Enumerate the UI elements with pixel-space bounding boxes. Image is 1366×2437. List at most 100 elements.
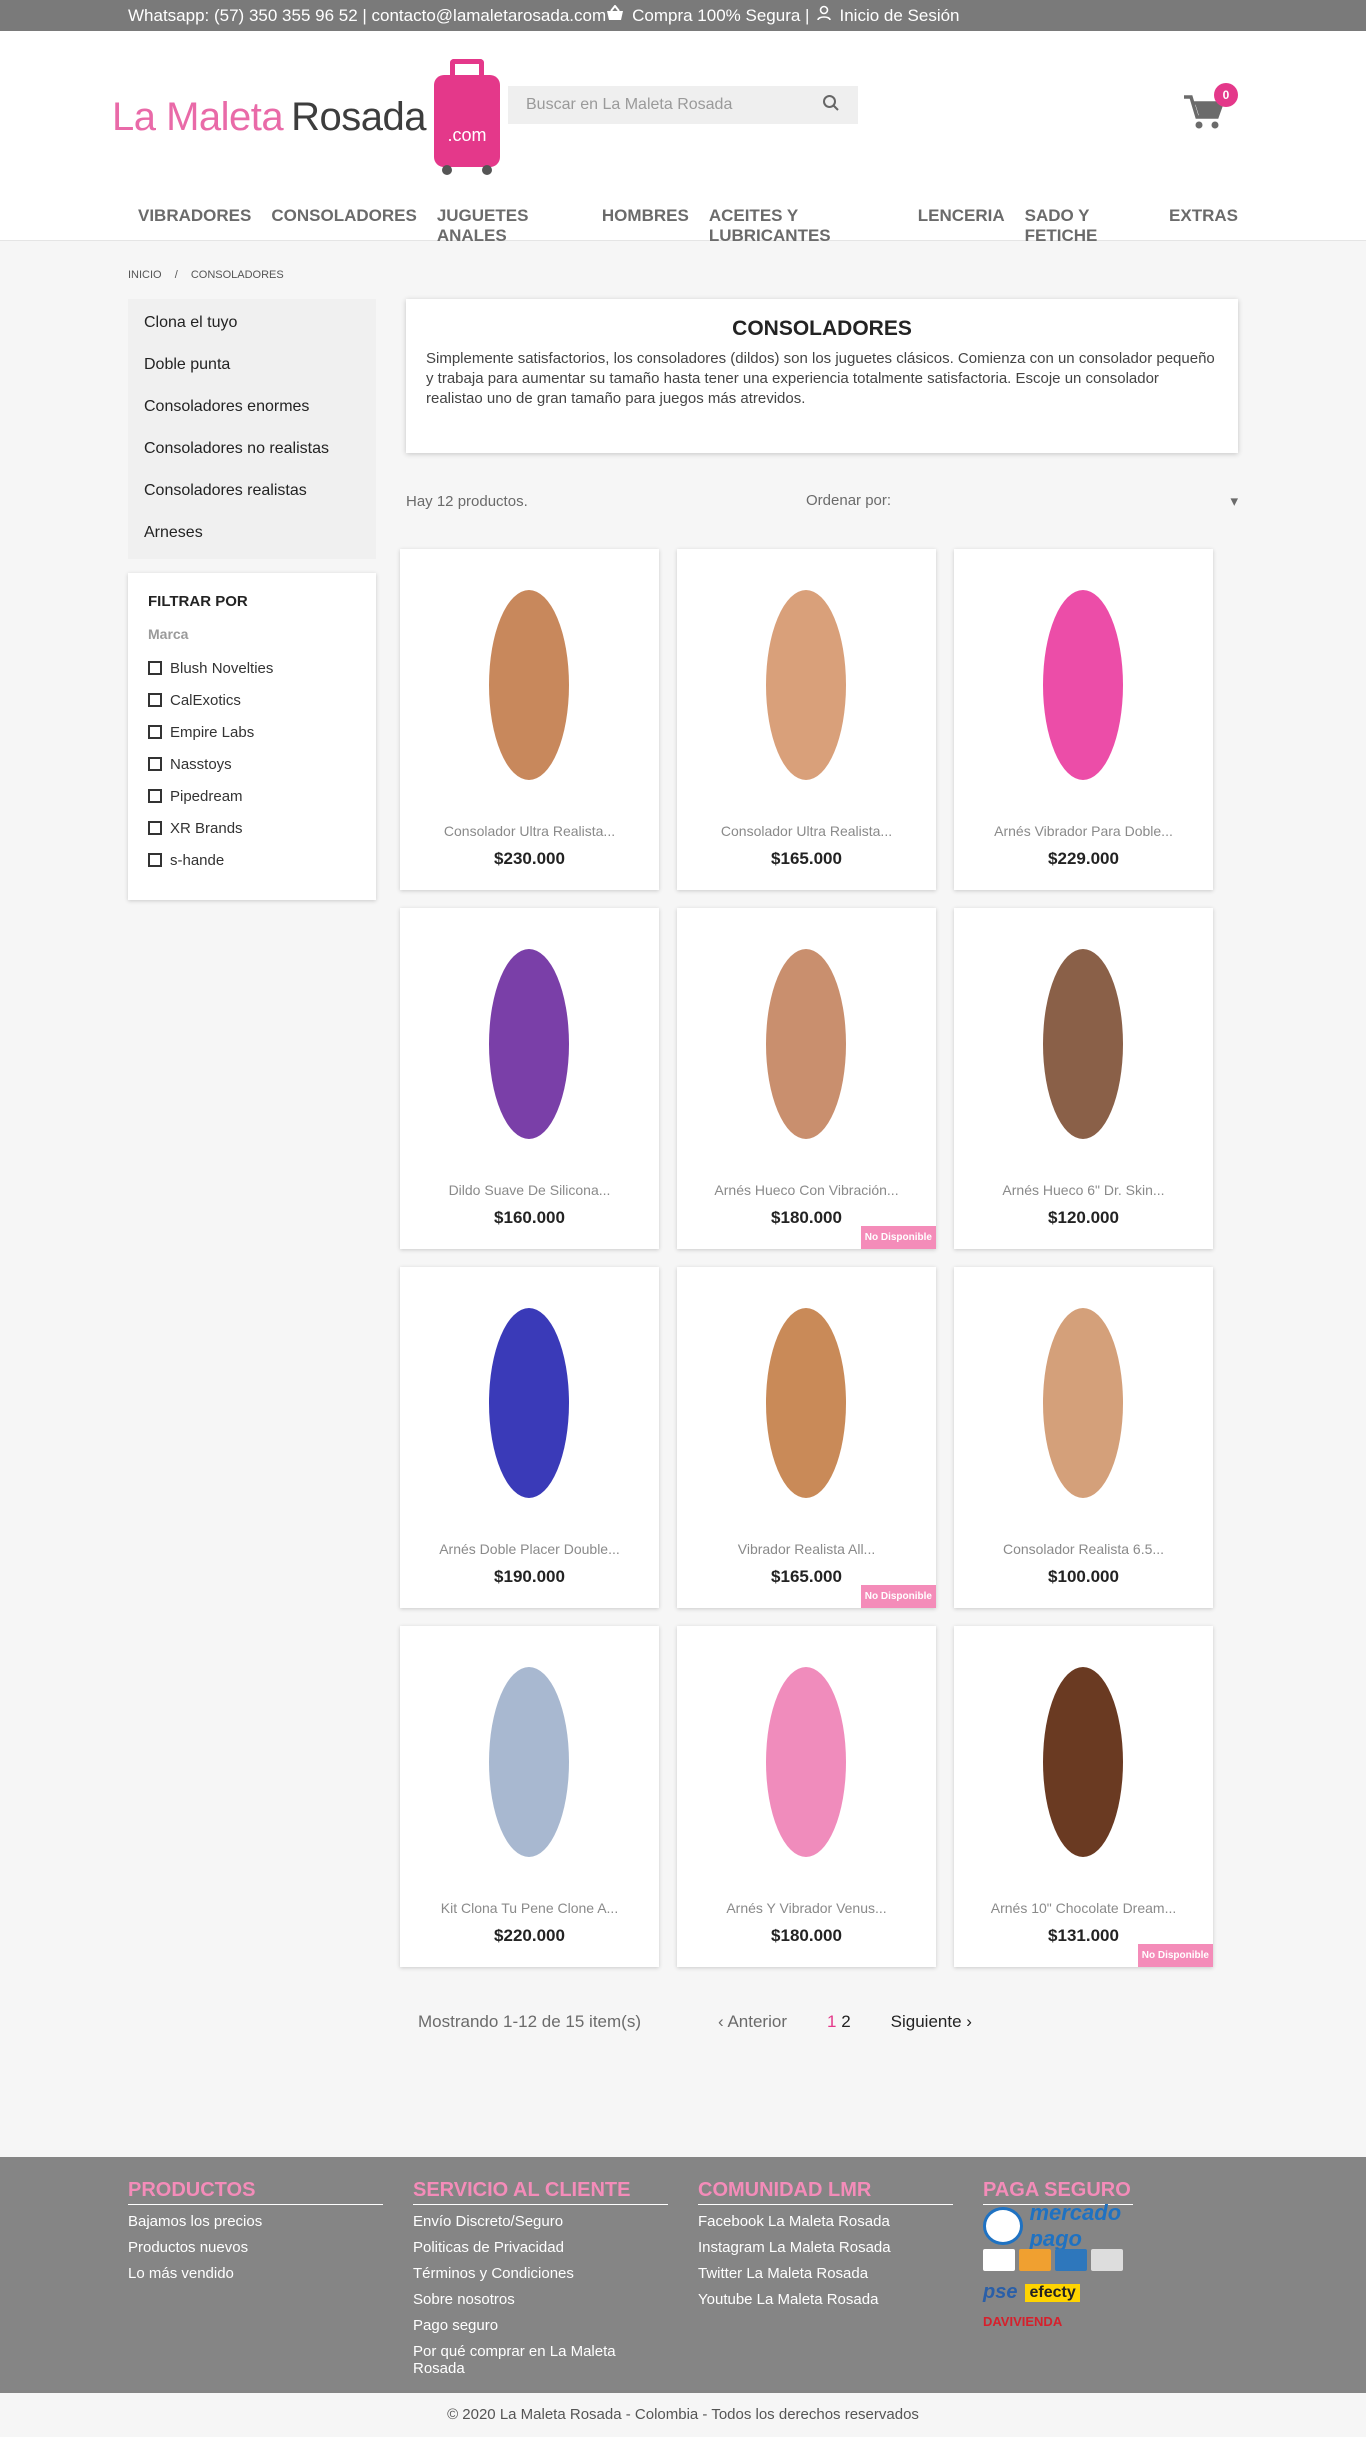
- product-name[interactable]: Arnés Hueco 6" Dr. Skin...: [954, 1182, 1213, 1198]
- product-card[interactable]: Consolador Ultra Realista... $230.000: [400, 549, 659, 890]
- product-name[interactable]: Arnés Hueco Con Vibración...: [677, 1182, 936, 1198]
- nav-extras[interactable]: EXTRAS: [1169, 206, 1238, 246]
- nav-lenceria[interactable]: LENCERIA: [918, 206, 1005, 246]
- sort-dropdown[interactable]: Ordenar por: ▾: [806, 492, 1238, 510]
- product-card[interactable]: Dildo Suave De Silicona... $160.000: [400, 908, 659, 1249]
- category-item[interactable]: Consoladores realistas: [128, 471, 376, 513]
- product-image[interactable]: [406, 1632, 653, 1894]
- product-card[interactable]: Arnés Hueco Con Vibración... $180.000 No D…: [677, 908, 936, 1249]
- brand-checkbox[interactable]: Pipedream: [148, 780, 356, 812]
- brand-checkbox[interactable]: s-hande: [148, 844, 356, 876]
- search-input[interactable]: Buscar en La Maleta Rosada: [526, 96, 822, 114]
- product-image[interactable]: [683, 914, 930, 1176]
- product-card[interactable]: Arnés Doble Placer Double... $190.000: [400, 1267, 659, 1608]
- product-name[interactable]: Arnés Y Vibrador Venus...: [677, 1900, 936, 1916]
- product-price: $190.000: [494, 1567, 565, 1586]
- product-card[interactable]: Arnés Hueco 6" Dr. Skin... $120.000: [954, 908, 1213, 1249]
- nav-vibradores[interactable]: VIBRADORES: [138, 206, 251, 246]
- footer-link[interactable]: Youtube La Maleta Rosada: [698, 2291, 953, 2317]
- product-card[interactable]: Consolador Ultra Realista... $165.000: [677, 549, 936, 890]
- product-image[interactable]: [960, 555, 1207, 817]
- search-box[interactable]: Buscar en La Maleta Rosada: [508, 86, 858, 124]
- product-price: $180.000: [771, 1926, 842, 1945]
- page-2-link[interactable]: 2: [841, 2012, 850, 2031]
- footer-link[interactable]: Envío Discreto/Seguro: [413, 2213, 668, 2239]
- footer-link[interactable]: Sobre nosotros: [413, 2291, 668, 2317]
- nav-juguetes-anales[interactable]: JUGUETES ANALES: [437, 206, 582, 246]
- product-name[interactable]: Arnés Vibrador Para Doble...: [954, 823, 1213, 839]
- sort-label: Ordenar por:: [806, 492, 892, 509]
- checkbox-icon[interactable]: [148, 725, 162, 739]
- product-name[interactable]: Dildo Suave De Silicona...: [400, 1182, 659, 1198]
- checkbox-icon[interactable]: [148, 789, 162, 803]
- card-logos: [983, 2249, 1238, 2271]
- brand-checkbox[interactable]: Empire Labs: [148, 716, 356, 748]
- unavailable-badge: No Disponible: [860, 1585, 936, 1608]
- product-image[interactable]: [683, 555, 930, 817]
- nav-aceites-lubricantes[interactable]: ACEITES Y LUBRICANTES: [709, 206, 898, 246]
- cart-button[interactable]: 0: [1182, 83, 1238, 137]
- filter-panel: FILTRAR POR Marca Blush Novelties CalExo…: [128, 573, 376, 900]
- product-card[interactable]: Kit Clona Tu Pene Clone A... $220.000: [400, 1626, 659, 1967]
- category-item[interactable]: Doble punta: [128, 345, 376, 387]
- nav-hombres[interactable]: HOMBRES: [602, 206, 689, 246]
- brand-checkbox[interactable]: XR Brands: [148, 812, 356, 844]
- brand-checkbox[interactable]: Blush Novelties: [148, 652, 356, 684]
- site-logo[interactable]: La Maleta Rosada .com: [112, 59, 501, 175]
- product-image[interactable]: [406, 555, 653, 817]
- nav-sado-fetiche[interactable]: SADO Y FETICHE: [1025, 206, 1149, 246]
- search-icon[interactable]: [822, 94, 840, 117]
- category-item[interactable]: Clona el tuyo: [128, 303, 376, 345]
- footer-link[interactable]: Productos nuevos: [128, 2239, 383, 2265]
- product-card[interactable]: Arnés Y Vibrador Venus... $180.000: [677, 1626, 936, 1967]
- product-name[interactable]: Vibrador Realista All...: [677, 1541, 936, 1557]
- product-price: $160.000: [494, 1208, 565, 1227]
- product-card[interactable]: Arnés 10" Chocolate Dream... $131.000 No D…: [954, 1626, 1213, 1967]
- category-item[interactable]: Consoladores no realistas: [128, 429, 376, 471]
- product-image[interactable]: [960, 1632, 1207, 1894]
- product-name[interactable]: Kit Clona Tu Pene Clone A...: [400, 1900, 659, 1916]
- footer-link[interactable]: Por qué comprar en La Maleta Rosada: [413, 2343, 668, 2377]
- page-1-link[interactable]: 1: [827, 2012, 836, 2031]
- login-link[interactable]: Inicio de Sesión: [839, 6, 959, 26]
- product-image[interactable]: [683, 1632, 930, 1894]
- checkbox-icon[interactable]: [148, 821, 162, 835]
- user-icon[interactable]: [817, 5, 832, 26]
- nav-consoladores[interactable]: CONSOLADORES: [271, 206, 416, 246]
- footer-link[interactable]: Twitter La Maleta Rosada: [698, 2265, 953, 2291]
- brand-checkbox[interactable]: Nasstoys: [148, 748, 356, 780]
- category-item[interactable]: Consoladores enormes: [128, 387, 376, 429]
- product-image[interactable]: [960, 914, 1207, 1176]
- product-image[interactable]: [960, 1273, 1207, 1535]
- product-card[interactable]: Arnés Vibrador Para Doble... $229.000: [954, 549, 1213, 890]
- next-page-link[interactable]: Siguiente ›: [891, 2012, 972, 2032]
- checkbox-icon[interactable]: [148, 853, 162, 867]
- prev-page-link[interactable]: ‹ Anterior: [718, 2012, 787, 2032]
- product-name[interactable]: Consolador Ultra Realista...: [400, 823, 659, 839]
- product-image[interactable]: [406, 914, 653, 1176]
- footer-link[interactable]: Pago seguro: [413, 2317, 668, 2343]
- brand-checkbox[interactable]: CalExotics: [148, 684, 356, 716]
- product-name[interactable]: Arnés Doble Placer Double...: [400, 1541, 659, 1557]
- product-name[interactable]: Arnés 10" Chocolate Dream...: [954, 1900, 1213, 1916]
- chevron-down-icon[interactable]: ▾: [1230, 492, 1238, 510]
- footer-link[interactable]: Politicas de Privacidad: [413, 2239, 668, 2265]
- checkbox-icon[interactable]: [148, 757, 162, 771]
- footer-link[interactable]: Lo más vendido: [128, 2265, 383, 2291]
- footer-link[interactable]: Términos y Condiciones: [413, 2265, 668, 2291]
- footer-link[interactable]: Bajamos los precios: [128, 2213, 383, 2239]
- breadcrumb-current[interactable]: CONSOLADORES: [191, 269, 284, 281]
- checkbox-icon[interactable]: [148, 661, 162, 675]
- checkbox-icon[interactable]: [148, 693, 162, 707]
- product-card[interactable]: Vibrador Realista All... $165.000 No Dispo…: [677, 1267, 936, 1608]
- product-image[interactable]: [406, 1273, 653, 1535]
- footer-link[interactable]: Instagram La Maleta Rosada: [698, 2239, 953, 2265]
- product-image[interactable]: [683, 1273, 930, 1535]
- product-card[interactable]: Consolador Realista 6.5... $100.000: [954, 1267, 1213, 1608]
- category-item[interactable]: Arneses: [128, 513, 376, 555]
- product-name[interactable]: Consolador Realista 6.5...: [954, 1541, 1213, 1557]
- product-name[interactable]: Consolador Ultra Realista...: [677, 823, 936, 839]
- breadcrumb-home[interactable]: INICIO: [128, 269, 162, 281]
- footer-link[interactable]: Facebook La Maleta Rosada: [698, 2213, 953, 2239]
- product-count: Hay 12 productos.: [406, 492, 528, 510]
